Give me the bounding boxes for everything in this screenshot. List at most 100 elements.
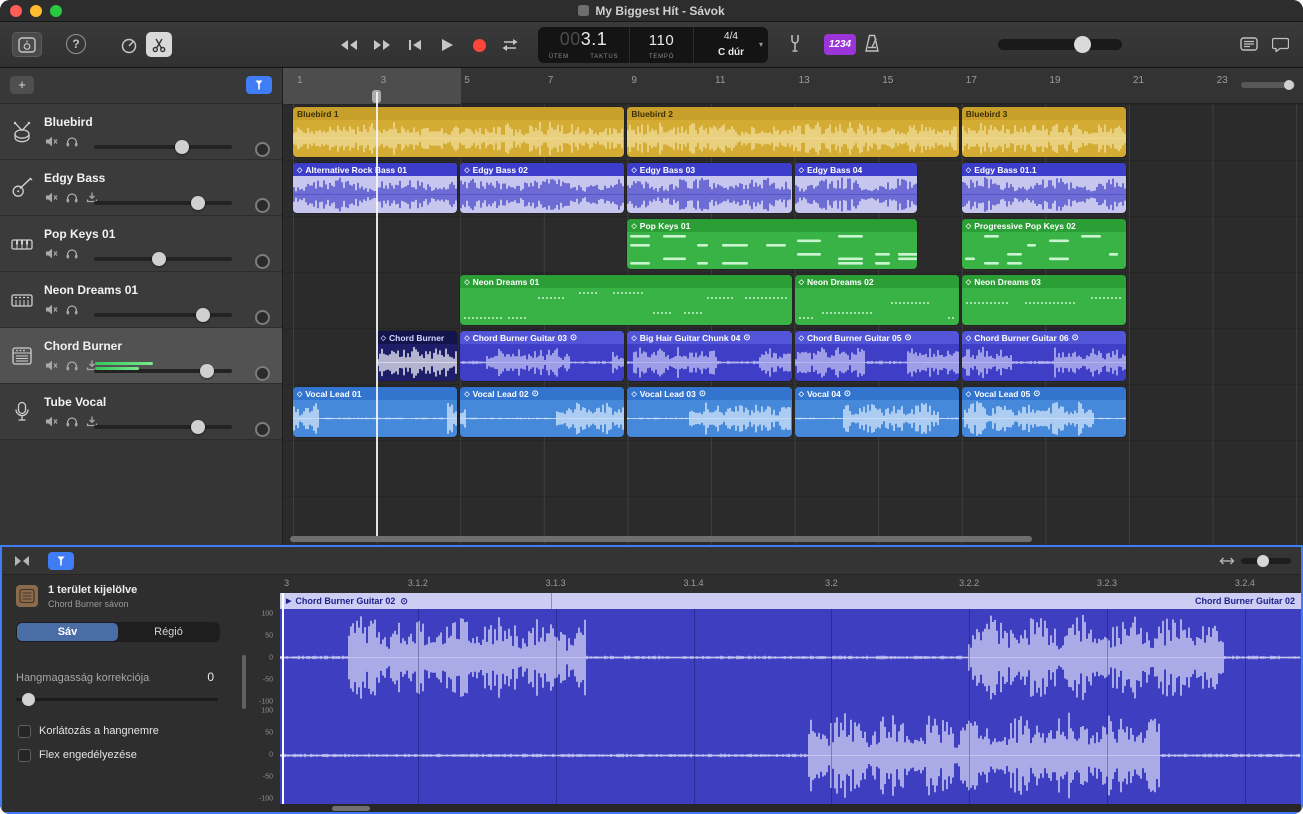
master-volume-slider[interactable] [998, 39, 1122, 50]
record-button[interactable] [467, 34, 491, 56]
chevron-down-icon[interactable]: ▾ [759, 40, 763, 49]
region-bluebird-1[interactable]: Bluebird 1 [293, 107, 624, 157]
quick-help-button[interactable]: ? [66, 34, 86, 54]
lcd-display[interactable]: 003.1 ÜTEM TAKTUS 110 TEMPÓ 4/4 C dúr ▾ [538, 27, 768, 63]
region-bluebird-3[interactable]: Bluebird 3 [962, 107, 1126, 157]
loop-browser-button[interactable] [1240, 37, 1258, 51]
region-neon-dreams-01[interactable]: ◇Neon Dreams 01 [460, 275, 791, 325]
cycle-button[interactable] [498, 34, 522, 56]
region-edgy-bass-03[interactable]: ◇Edgy Bass 03 [627, 163, 791, 213]
play-button[interactable] [435, 34, 459, 56]
transpose-diamond-icon: ◇ [631, 166, 636, 174]
flex-button[interactable] [13, 554, 31, 568]
pan-knob[interactable] [255, 422, 270, 437]
track-volume-knob[interactable] [200, 364, 214, 378]
master-volume-knob[interactable] [1074, 36, 1091, 53]
go-to-beginning-button[interactable] [403, 34, 427, 56]
pan-knob[interactable] [255, 254, 270, 269]
track-volume-slider[interactable] [94, 425, 232, 429]
library-button[interactable] [12, 32, 42, 57]
region-chord-burner-guitar-03[interactable]: ◇Chord Burner Guitar 03⊙ [460, 331, 624, 381]
solo-button[interactable] [66, 304, 78, 315]
region-vocal-lead-05[interactable]: ◇Vocal Lead 05⊙ [962, 387, 1126, 437]
region-play-icon[interactable]: ▶ [286, 597, 291, 605]
region-chord-burner-guitar-06[interactable]: ◇Chord Burner Guitar 06⊙ [962, 331, 1126, 381]
pan-knob[interactable] [255, 142, 270, 157]
timeline-zoom-slider[interactable] [1241, 82, 1295, 88]
pan-knob[interactable] [255, 310, 270, 325]
tab-region[interactable]: Régió [118, 623, 219, 641]
editor-zoom-knob[interactable] [1257, 555, 1269, 567]
smart-controls-button[interactable] [116, 32, 142, 57]
track-header-bluebird[interactable]: Bluebird [0, 104, 282, 160]
mute-button[interactable] [45, 304, 58, 315]
track-volume-slider[interactable] [94, 257, 232, 261]
track-lanes[interactable]: Bluebird 1Bluebird 2Bluebird 3◇Alternati… [283, 104, 1303, 545]
track-volume-knob[interactable] [175, 140, 189, 154]
pan-knob[interactable] [255, 198, 270, 213]
bar-ruler[interactable]: 1357911131517192123 [283, 68, 1303, 104]
mute-button[interactable] [45, 136, 58, 147]
track-volume-knob[interactable] [152, 252, 166, 266]
region-big-hair-guitar-chunk-04[interactable]: ◇Big Hair Guitar Chunk 04⊙ [627, 331, 791, 381]
pitch-correction-knob[interactable] [22, 693, 35, 706]
track-header-chord-burner[interactable]: Chord Burner [0, 328, 282, 384]
region-vocal-04[interactable]: ◇Vocal 04⊙ [795, 387, 959, 437]
region-vocal-lead-02[interactable]: ◇Vocal Lead 02⊙ [460, 387, 624, 437]
solo-button[interactable] [66, 416, 78, 427]
metronome-button[interactable] [864, 34, 880, 53]
rewind-button[interactable] [337, 34, 361, 56]
mute-button[interactable] [45, 416, 58, 427]
catch-playhead-button[interactable] [246, 76, 272, 94]
region-chord-burner-guitar-05[interactable]: ◇Chord Burner Guitar 05⊙ [795, 331, 959, 381]
region-bluebird-2[interactable]: Bluebird 2 [627, 107, 958, 157]
track-volume-knob[interactable] [196, 308, 210, 322]
region-pop-keys-01[interactable]: ◇Pop Keys 01 [627, 219, 917, 269]
pan-knob[interactable] [255, 366, 270, 381]
region-chord-burner[interactable]: ◇Chord Burner [377, 331, 458, 381]
region-progressive-pop-keys-02[interactable]: ◇Progressive Pop Keys 02 [962, 219, 1126, 269]
region-edgy-bass-01-1[interactable]: ◇Edgy Bass 01.1 [962, 163, 1126, 213]
solo-button[interactable] [66, 248, 78, 259]
solo-button[interactable] [66, 192, 78, 203]
tuner-button[interactable] [788, 34, 802, 53]
track-header-tube-vocal[interactable]: Tube Vocal [0, 384, 282, 440]
limit-to-key-checkbox[interactable] [18, 725, 31, 738]
track-header-neon-dreams-01[interactable]: Neon Dreams 01 [0, 272, 282, 328]
count-in-button[interactable]: 1234 [824, 34, 856, 55]
editor-ruler[interactable]: 33.1.23.1.33.1.43.23.2.23.2.33.2.4 [280, 575, 1301, 593]
region-vocal-lead-03[interactable]: ◇Vocal Lead 03⊙ [627, 387, 791, 437]
editors-button[interactable] [146, 32, 172, 57]
track-volume-knob[interactable] [191, 196, 205, 210]
editor-waveform-area[interactable]: ▶ Chord Burner Guitar 02 ⊙ Chord Burner … [280, 593, 1301, 804]
add-track-button[interactable]: + [10, 76, 34, 94]
region-neon-dreams-03[interactable]: ◇Neon Dreams 03 [962, 275, 1126, 325]
track-header-edgy-bass[interactable]: Edgy Bass [0, 160, 282, 216]
editor-region-header[interactable]: ▶ Chord Burner Guitar 02 ⊙ Chord Burner … [280, 593, 1301, 609]
editor-horizontal-scrollbar[interactable] [332, 806, 370, 811]
document-proxy-icon [578, 5, 589, 16]
notepad-button[interactable] [1272, 37, 1289, 52]
solo-button[interactable] [66, 136, 78, 147]
mute-button[interactable] [45, 248, 58, 259]
pitch-correction-slider[interactable] [16, 698, 218, 701]
region-edgy-bass-02[interactable]: ◇Edgy Bass 02 [460, 163, 624, 213]
timeline-zoom-knob[interactable] [1284, 80, 1294, 90]
mute-button[interactable] [45, 192, 58, 203]
editor-zoom-slider[interactable] [1241, 558, 1291, 564]
editor-waveform-display[interactable] [280, 609, 1301, 804]
track-volume-knob[interactable] [191, 420, 205, 434]
tab-track[interactable]: Sáv [17, 623, 118, 641]
timeline-horizontal-scrollbar[interactable] [290, 536, 1032, 542]
editor-catch-playhead-button[interactable] [48, 552, 74, 570]
track-volume-slider[interactable] [94, 145, 232, 149]
enable-flex-checkbox[interactable] [18, 749, 31, 762]
solo-button[interactable] [66, 360, 78, 371]
mute-button[interactable] [45, 360, 58, 371]
track-header-pop-keys-01[interactable]: Pop Keys 01 [0, 216, 282, 272]
fast-forward-button[interactable] [370, 34, 394, 56]
region-edgy-bass-04[interactable]: ◇Edgy Bass 04 [795, 163, 917, 213]
track-volume-slider[interactable] [94, 201, 232, 205]
region-neon-dreams-02[interactable]: ◇Neon Dreams 02 [795, 275, 959, 325]
track-volume-slider[interactable] [94, 313, 232, 317]
